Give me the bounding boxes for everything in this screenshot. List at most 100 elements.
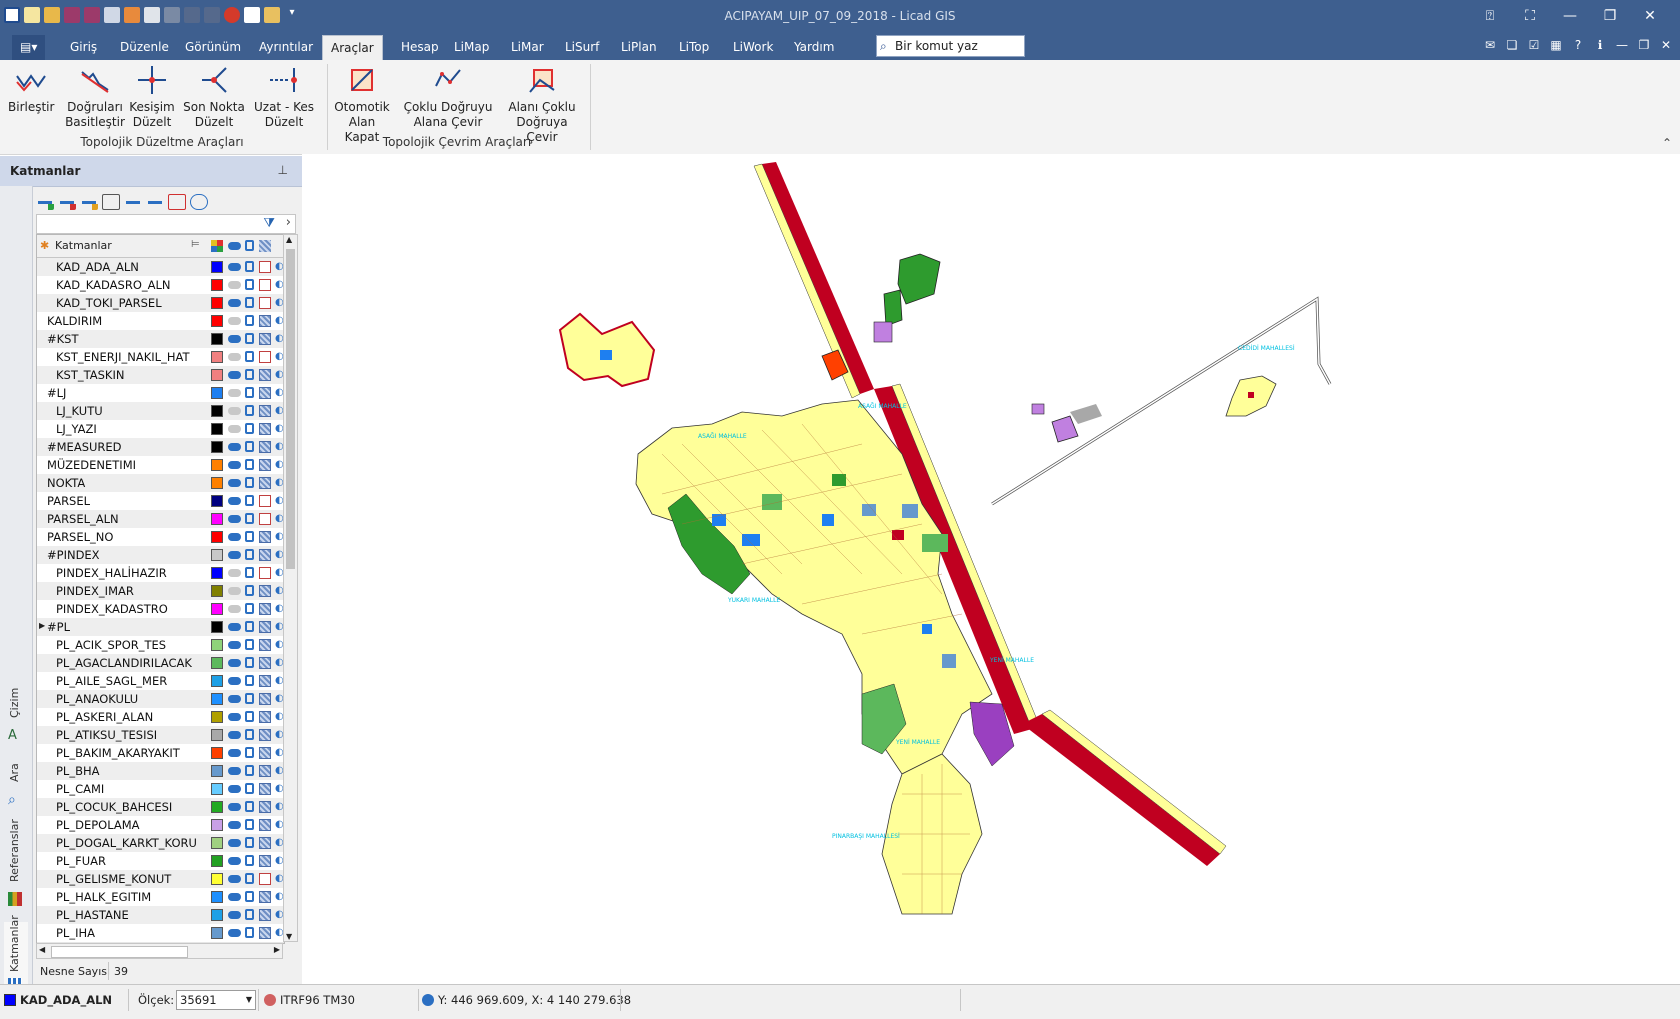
layer-row[interactable]: PL_DEPOLAMA ◐ [37,816,284,835]
layer-color-swatch[interactable] [211,513,223,525]
visibility-toggle-icon[interactable] [228,299,241,307]
dogrulari-basitlestir-button[interactable]: Doğruları Basitleştir [60,64,130,130]
fill-icon[interactable] [259,729,271,741]
layer-color-swatch[interactable] [211,765,223,777]
check-icon[interactable]: ☑ [1526,37,1542,53]
layer-color-swatch[interactable] [211,891,223,903]
side-tab-ara[interactable]: Ara ⌕ [4,758,28,818]
fill-icon[interactable] [259,297,271,309]
tab-limap[interactable]: LiMap [446,35,497,60]
mail-icon[interactable]: ✉ [1482,37,1498,53]
lock-icon[interactable] [245,603,254,614]
layer-color-swatch[interactable] [211,693,223,705]
layer-row[interactable]: PL_FUAR ◐ [37,852,284,871]
layer-row[interactable]: PL_CAMI ◐ [37,780,284,799]
otomatik-alan-kapat-button[interactable]: Otomotik Alan Kapat [330,64,394,145]
son-nokta-duzelt-button[interactable]: Son Nokta Düzelt [180,64,248,130]
visibility-toggle-icon[interactable] [228,659,241,667]
lock-icon[interactable] [245,333,254,344]
layer-row[interactable]: PARSEL_NO ◐ [37,528,284,547]
close-button[interactable]: ✕ [1630,0,1670,32]
collapse-ribbon-icon[interactable]: ⌃ [1662,136,1672,150]
minimize-button[interactable]: — [1550,0,1590,32]
fill-icon[interactable] [259,585,271,597]
layer-color-swatch[interactable] [211,927,223,939]
layer-options-icon[interactable]: ◐ [275,855,284,867]
fill-icon[interactable] [259,387,271,399]
lock-icon[interactable] [245,747,254,758]
grid-icon[interactable]: ▦ [1548,37,1564,53]
visibility-toggle-icon[interactable] [228,893,241,901]
layer-color-swatch[interactable] [211,441,223,453]
layer-options-icon[interactable]: ◐ [275,297,284,309]
layer-row[interactable]: #KST ◐ [37,330,284,349]
visibility-toggle-icon[interactable] [228,875,241,883]
ribbon-minimize-icon[interactable]: — [1614,37,1630,53]
lock-icon[interactable] [245,459,254,470]
layer-options-icon[interactable]: ◐ [275,693,284,705]
lock-icon[interactable] [245,549,254,560]
help-window-icon[interactable]: ⍰ [1470,0,1510,32]
layer-row[interactable]: KST_TASKIN ◐ [37,366,284,385]
layer-color-swatch[interactable] [211,333,223,345]
lock-icon[interactable] [245,297,254,308]
lock-icon[interactable] [245,279,254,290]
ribbon-close-icon[interactable]: ✕ [1658,37,1674,53]
visibility-toggle-icon[interactable] [228,335,241,343]
lock-icon[interactable] [245,495,254,506]
scroll-down-icon[interactable]: ▼ [286,932,292,941]
lock-icon[interactable] [245,909,254,920]
layer-row[interactable]: PL_DOGAL_KARKT_KORU ◐ [37,834,284,853]
fill-icon[interactable] [259,891,271,903]
layer-row[interactable]: PL_HALK_EGITIM ◐ [37,888,284,907]
layer-row[interactable]: ▶ #PL ◐ [37,618,284,637]
lock-icon[interactable] [245,315,254,326]
layer-options-icon[interactable]: ◐ [275,783,284,795]
layer-color-swatch[interactable] [211,351,223,363]
lock-icon[interactable] [245,837,254,848]
layer-color-swatch[interactable] [211,639,223,651]
layer-row[interactable]: MÜZEDENETIMI ◐ [37,456,284,475]
layer-color-swatch[interactable] [211,315,223,327]
layer-color-swatch[interactable] [211,549,223,561]
lock-icon[interactable] [245,801,254,812]
layer-row[interactable]: #MEASURED ◐ [37,438,284,457]
lock-icon[interactable] [245,855,254,866]
tab-litop[interactable]: LiTop [671,35,717,60]
layer-row[interactable]: KALDIRIM ◐ [37,312,284,331]
fill-icon[interactable] [259,441,271,453]
map-canvas[interactable]: ASAĞI MAHALLE CEDİDİ MAHALLESİ YUKARI MA… [302,154,1680,984]
layer-options-icon[interactable]: ◐ [275,567,284,579]
layer-options-icon[interactable]: ◐ [275,909,284,921]
layer-color-swatch[interactable] [211,657,223,669]
layer-settings-icon[interactable] [124,194,142,210]
layer-color-swatch[interactable] [211,837,223,849]
side-tab-referanslar[interactable]: Referanslar [4,819,28,920]
layer-options-icon[interactable]: ◐ [275,873,284,885]
layer-row[interactable]: LJ_KUTU ◐ [37,402,284,421]
fullscreen-icon[interactable]: ⛶ [1510,0,1550,32]
northeast-road[interactable] [991,296,1332,506]
visibility-toggle-icon[interactable] [228,317,241,325]
lock-icon[interactable] [245,873,254,884]
visibility-toggle-icon[interactable] [228,929,241,937]
fill-icon[interactable] [259,693,271,705]
scroll-left-icon[interactable]: ◀ [39,945,45,954]
layer-color-swatch[interactable] [211,531,223,543]
tab-gorunum[interactable]: Görünüm [177,35,249,60]
visibility-toggle-icon[interactable] [228,623,241,631]
add-layer-icon[interactable] [36,194,54,210]
ribbon-restore-icon[interactable]: ❐ [1636,37,1652,53]
fill-icon[interactable] [259,531,271,543]
layer-color-swatch[interactable] [211,819,223,831]
layer-row[interactable]: #PINDEX ◐ [37,546,284,565]
layer-options-icon[interactable]: ◐ [275,261,284,273]
sort-layer-icon[interactable] [102,194,120,210]
fill-icon[interactable] [259,801,271,813]
visibility-toggle-icon[interactable] [228,533,241,541]
tab-duzenle[interactable]: Düzenle [112,35,177,60]
layer-color-swatch[interactable] [211,711,223,723]
layer-options-icon[interactable]: ◐ [275,585,284,597]
layer-row[interactable]: PL_BAKIM_AKARYAKIT ◐ [37,744,284,763]
fill-icon[interactable] [259,927,271,939]
